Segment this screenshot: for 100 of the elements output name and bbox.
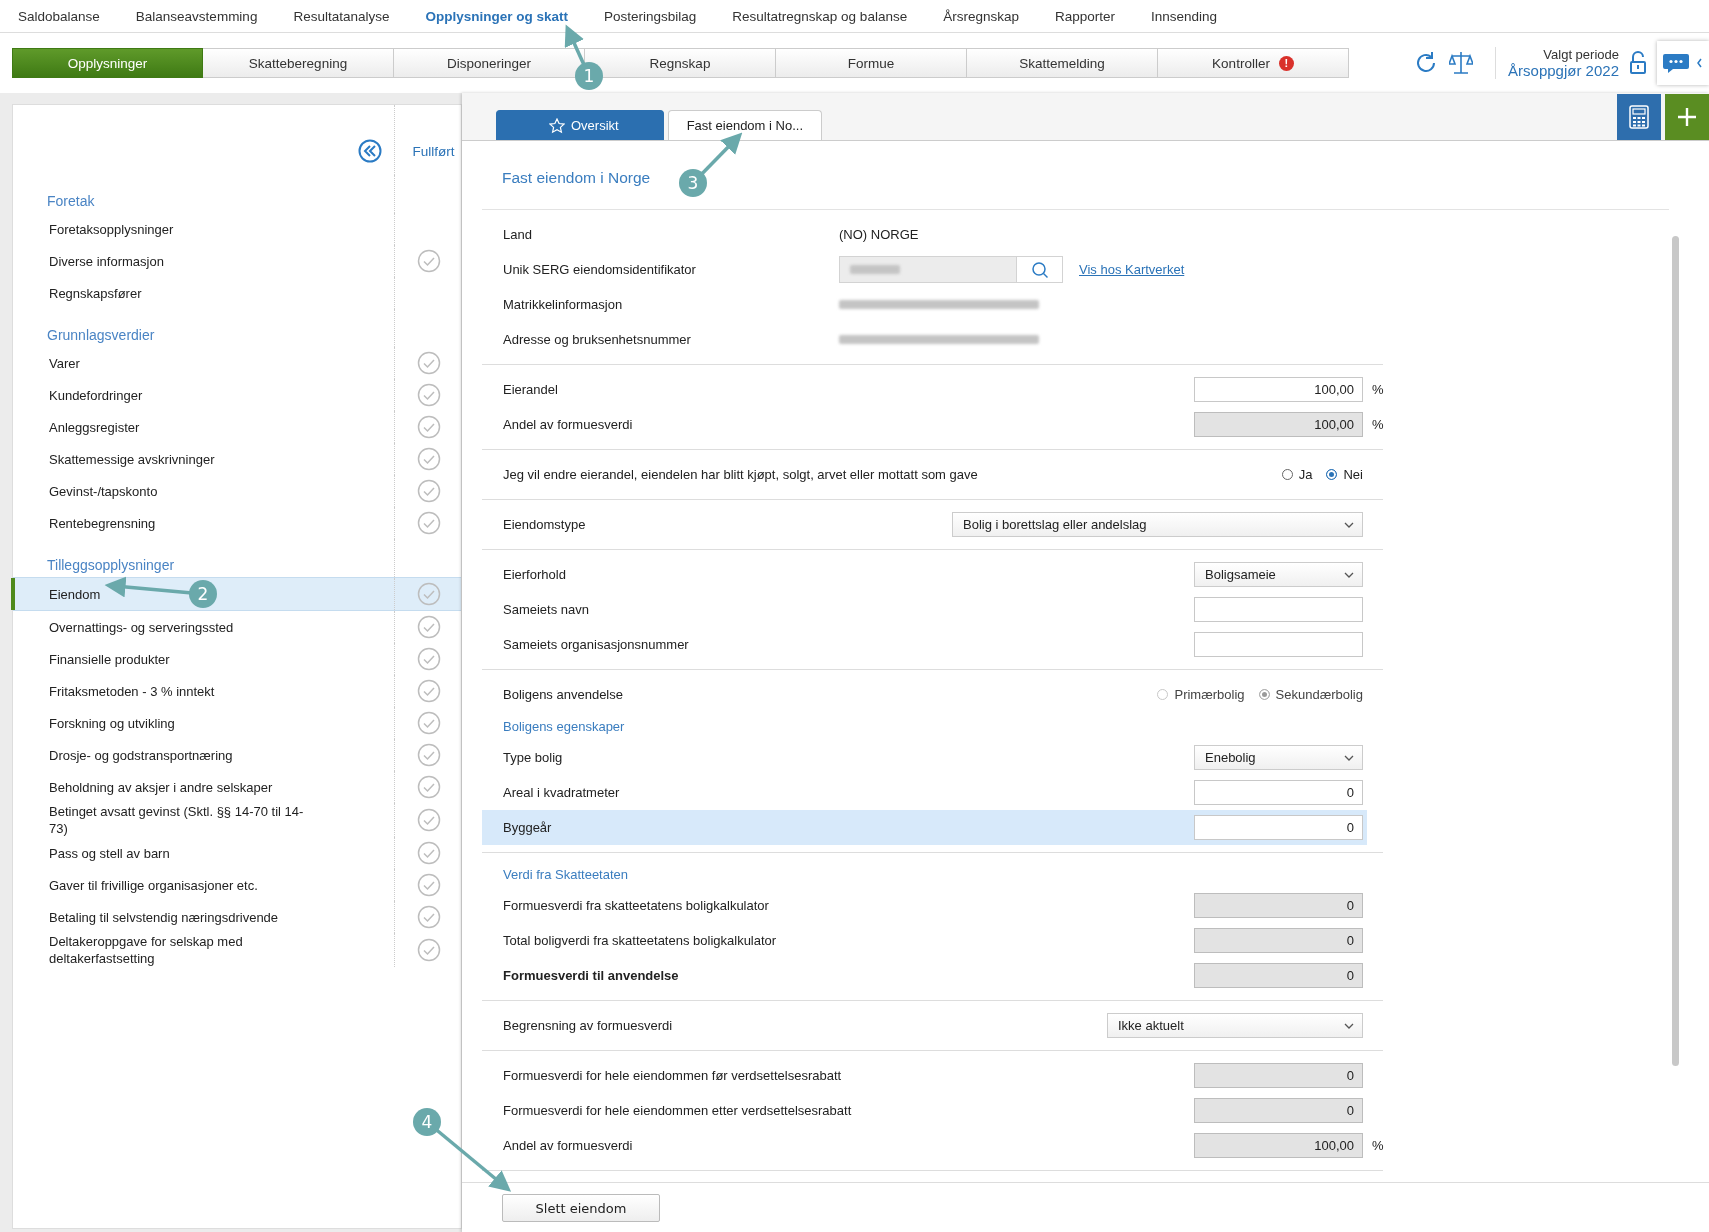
chevron-down-icon — [1344, 754, 1354, 761]
field-label: Sameiets navn — [503, 602, 590, 617]
field-label: Land — [503, 227, 533, 242]
radio-label: Ja — [1298, 467, 1313, 482]
check-circle-icon[interactable] — [416, 808, 441, 832]
check-circle-icon[interactable] — [416, 938, 441, 962]
input-field[interactable]: 0 — [1194, 928, 1363, 953]
dropdown[interactable]: Ikke aktuelt — [1107, 1013, 1363, 1038]
form-heading: Fast eiendom i Norge — [502, 169, 651, 187]
check-circle-icon[interactable] — [416, 679, 441, 703]
field-label: Jeg vil endre eierandel, eiendelen har blitt kjøpt, solgt, arvet eller mottatt som gave — [503, 467, 978, 482]
field-label: Andel av formuesverdi — [503, 1138, 634, 1153]
field-label: Formuesverdi fra skatteetatens boligkalkulator — [503, 898, 770, 913]
radio-label: Nei — [1343, 467, 1363, 482]
add-button[interactable] — [1665, 94, 1709, 140]
star-icon — [549, 117, 565, 134]
check-circle-icon[interactable] — [416, 873, 441, 897]
map-link[interactable]: Vis hos Kartverket — [1079, 262, 1185, 277]
check-circle-icon[interactable] — [416, 249, 441, 273]
check-circle-icon[interactable] — [416, 582, 441, 606]
document-tab[interactable]: Oversikt — [496, 110, 664, 140]
section-tab[interactable]: Skatteberegning — [203, 48, 394, 78]
nav-link[interactable]: Opplysninger og skatt — [407, 8, 586, 24]
nav-link[interactable]: Resultatanalyse — [275, 8, 408, 24]
unit-label: % — [1371, 382, 1383, 397]
check-circle-icon[interactable] — [416, 711, 441, 735]
unit-label: % — [1371, 1138, 1383, 1153]
calculator-icon — [1629, 105, 1649, 129]
field-label: Total boligverdi fra skatteetatens boligkalkulator — [503, 933, 778, 948]
plus-icon — [1677, 107, 1697, 127]
column-header: Fullført — [412, 143, 455, 159]
chevron-down-icon — [1344, 571, 1354, 578]
check-circle-icon[interactable] — [416, 775, 441, 799]
field-label: Formuesverdi til anvendelse — [503, 968, 680, 983]
nav-link[interactable]: Rapporter — [1036, 8, 1133, 24]
check-circle-icon[interactable] — [416, 743, 441, 767]
check-circle-icon[interactable] — [416, 415, 441, 439]
nav-link[interactable]: Innsending — [1133, 8, 1236, 24]
search-button[interactable] — [1017, 256, 1063, 283]
chevron-down-icon — [1344, 521, 1354, 528]
input-field[interactable]: 0 — [1194, 1098, 1363, 1123]
period-value[interactable]: Årsoppgjør 2022 — [1508, 62, 1619, 79]
field-label: Areal i kvadratmeter — [503, 785, 621, 800]
check-circle-icon[interactable] — [416, 447, 441, 471]
field-label: Sameiets organisasjonsnummer — [503, 637, 690, 652]
section-tab[interactable]: Skattemelding — [967, 48, 1158, 78]
section-title: Foretak — [47, 193, 95, 209]
alert-badge: ! — [1278, 55, 1294, 71]
subsection-title: Verdi fra Skatteetaten — [503, 866, 629, 882]
unlock-icon[interactable] — [1629, 51, 1647, 75]
input-field[interactable]: 0 — [1194, 963, 1363, 988]
check-circle-icon[interactable] — [416, 511, 441, 535]
section-tab[interactable]: Opplysninger — [12, 48, 203, 78]
balance-scale-icon[interactable] — [1449, 50, 1474, 76]
input-field[interactable] — [1194, 632, 1363, 657]
input-field[interactable]: 0 — [1194, 780, 1363, 805]
check-circle-icon[interactable] — [416, 905, 441, 929]
nav-link[interactable]: Balanseavstemming — [117, 8, 276, 24]
delete-button[interactable]: Slett eiendom — [502, 1194, 660, 1222]
field-value: (NO) NORGE — [839, 227, 919, 242]
check-circle-icon[interactable] — [416, 479, 441, 503]
input-field[interactable]: 100,00 — [1194, 1133, 1363, 1158]
field-label: Byggeår — [503, 820, 553, 835]
check-circle-icon[interactable] — [416, 647, 441, 671]
chat-icon — [1663, 51, 1703, 75]
scrollbar[interactable] — [1672, 236, 1679, 1066]
field-label: Adresse og bruksenhetsnummer — [503, 332, 692, 347]
collapse-icon[interactable] — [358, 139, 382, 163]
input-field[interactable]: 100,00 — [1194, 412, 1363, 437]
radio-button[interactable] — [1281, 469, 1293, 480]
section-tab[interactable]: Disponeringer — [394, 48, 585, 78]
check-circle-icon[interactable] — [416, 351, 441, 375]
dropdown[interactable]: Bolig i borettslag eller andelslag — [952, 512, 1363, 537]
unit-label: % — [1371, 417, 1383, 432]
subsection-title: Boligens egenskaper — [503, 718, 625, 734]
dropdown[interactable]: Boligsameie — [1194, 562, 1363, 587]
section-tab[interactable]: Kontroller ! — [1158, 48, 1349, 78]
nav-link[interactable]: Posteringsbilag — [586, 8, 715, 24]
check-circle-icon[interactable] — [416, 383, 441, 407]
radio-button[interactable] — [1326, 469, 1338, 480]
check-circle-icon[interactable] — [416, 615, 441, 639]
input-field[interactable]: 100,00 — [1194, 377, 1363, 402]
calculator-button[interactable] — [1617, 94, 1661, 140]
dropdown[interactable]: Enebolig — [1194, 745, 1363, 770]
field-label: Boligens anvendelse — [503, 687, 624, 702]
check-circle-icon[interactable] — [416, 841, 441, 865]
section-tab[interactable]: Formue — [776, 48, 967, 78]
nav-link[interactable]: Resultatregnskap og balanse — [714, 8, 926, 24]
input-field[interactable] — [1194, 597, 1363, 622]
input-field[interactable]: 0 — [1194, 893, 1363, 918]
identifier-field[interactable] — [839, 256, 1017, 283]
input-field[interactable]: 0 — [1194, 1063, 1363, 1088]
field-label: Matrikkelinformasjon — [503, 297, 624, 312]
nav-link[interactable]: Saldobalanse — [0, 8, 118, 24]
input-field[interactable]: 0 — [1194, 815, 1363, 840]
chat-button[interactable] — [1657, 41, 1709, 85]
document-tab[interactable]: Fast eiendom i No... — [667, 110, 822, 140]
nav-link[interactable]: Årsregnskap — [925, 8, 1037, 24]
field-label: Andel av formuesverdi — [503, 417, 634, 432]
period-caption: Valgt periode — [1543, 47, 1619, 62]
